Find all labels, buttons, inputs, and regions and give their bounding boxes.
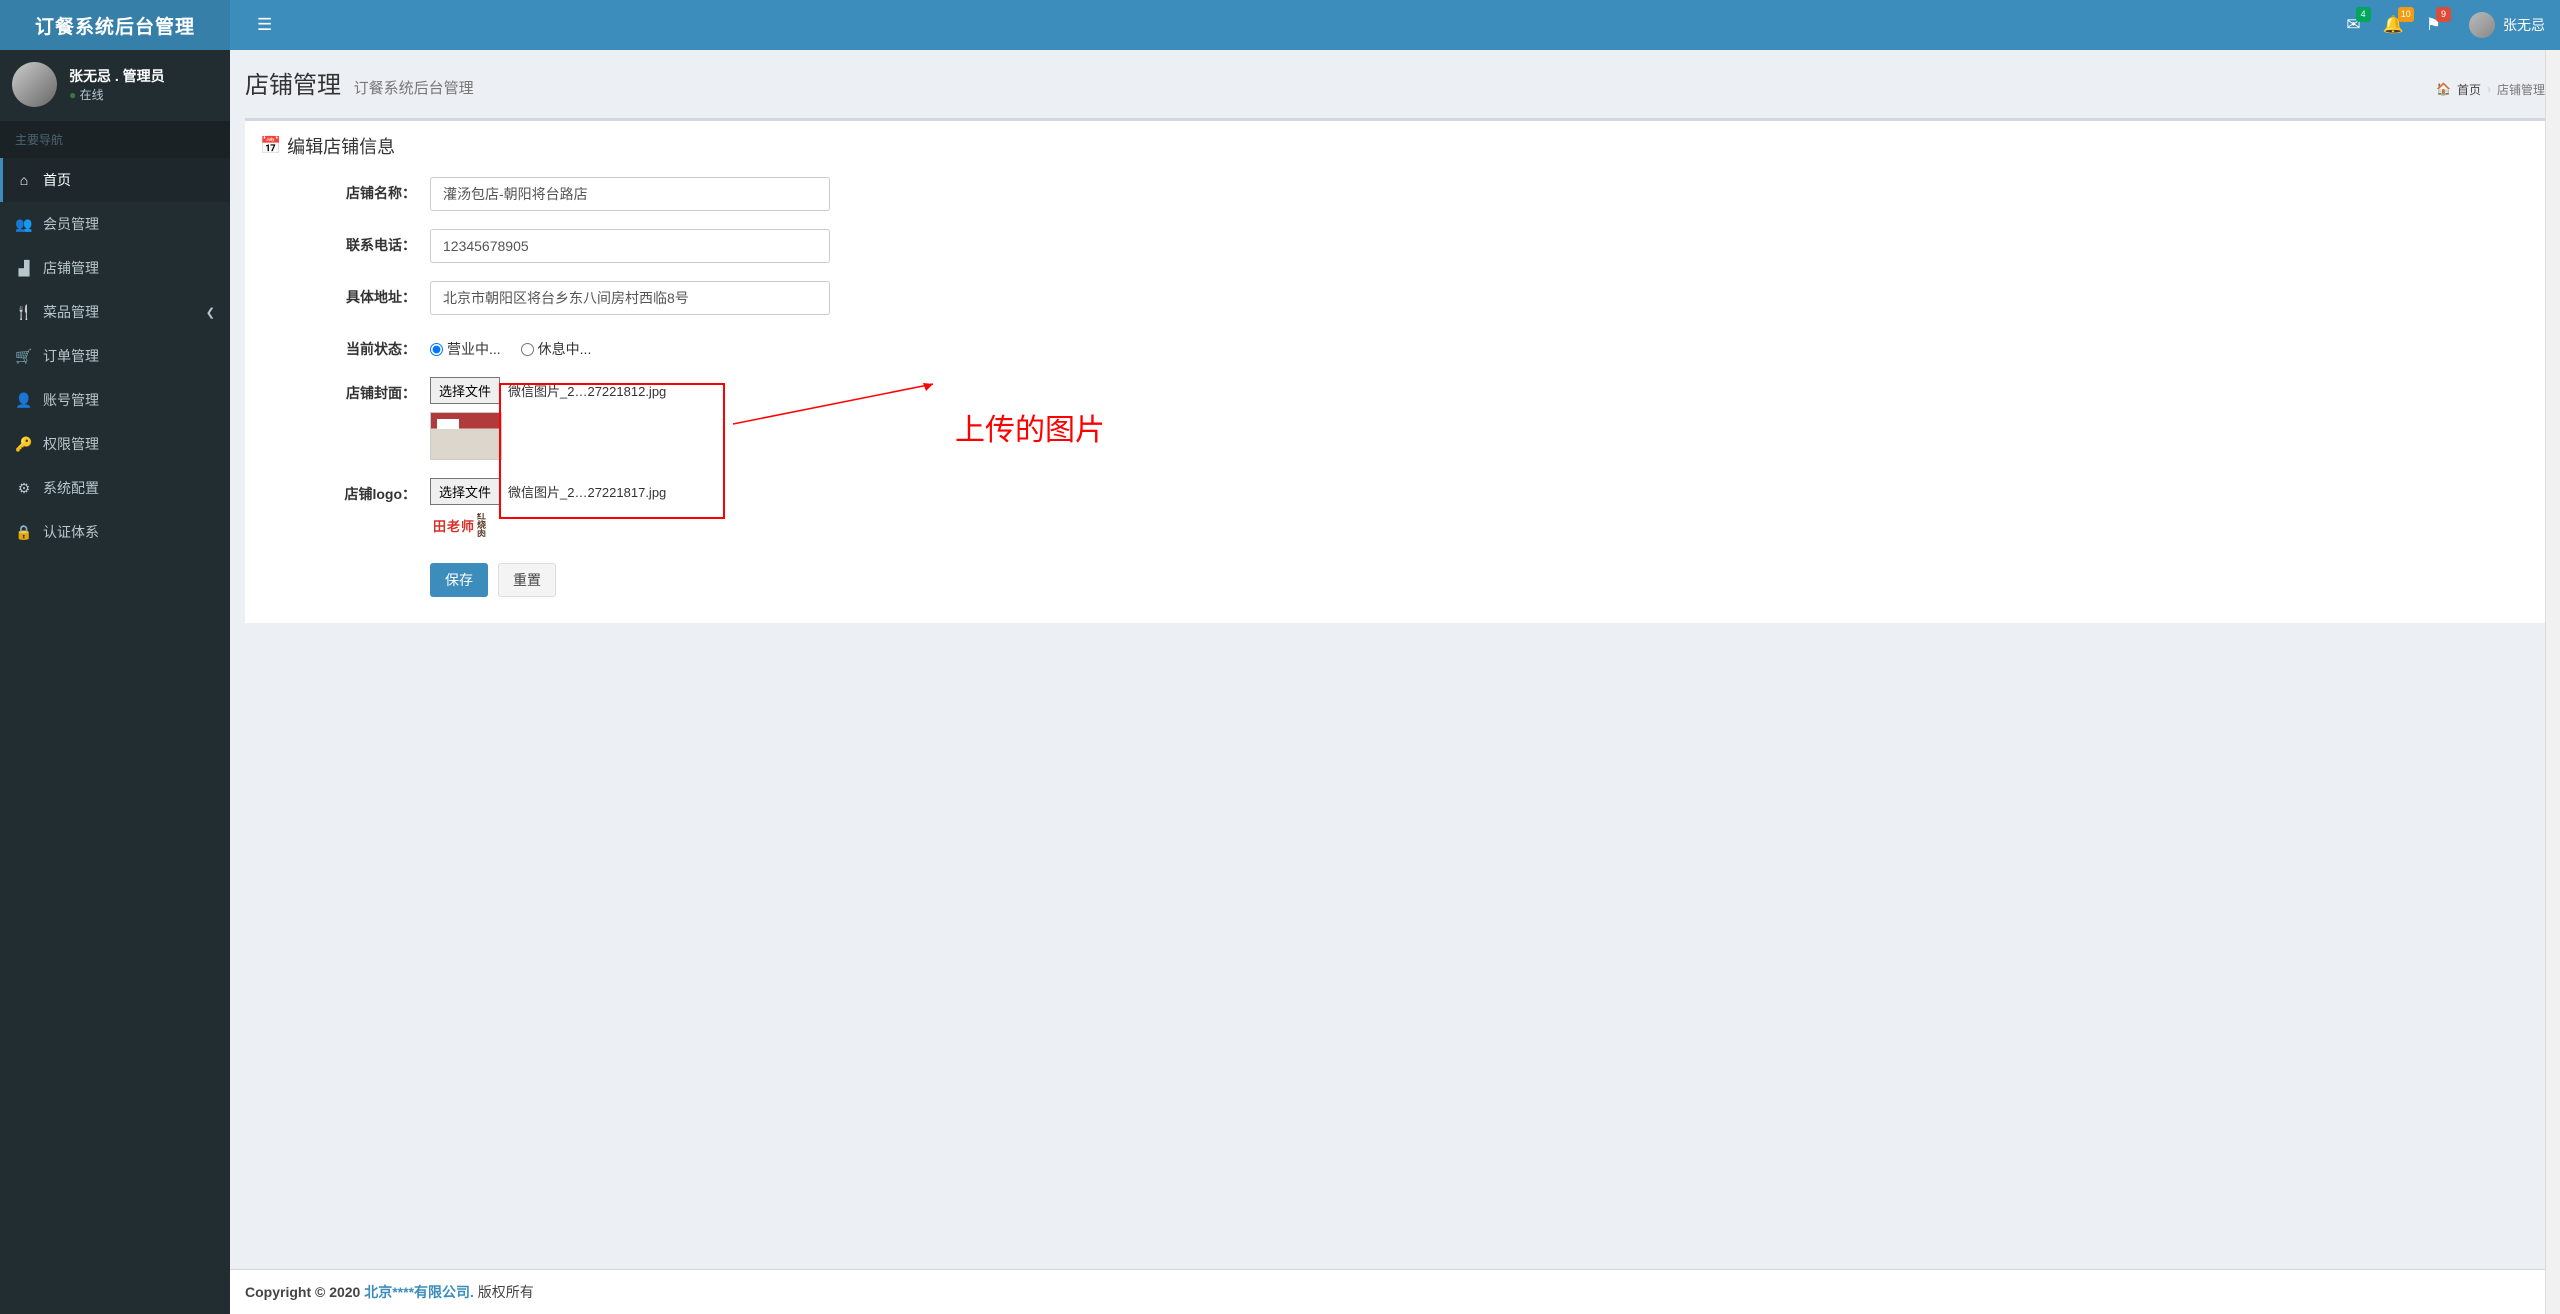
radio-rest-input[interactable] <box>521 343 534 356</box>
shop-name-input[interactable] <box>430 177 830 211</box>
gear-icon: ⚙ <box>15 480 33 497</box>
top-navbar: ☰ ✉ 4 🔔 10 ⚑ 9 张无忌 <box>230 0 2560 50</box>
logo-thumbnail: 田老师红烧肉 <box>430 513 490 537</box>
radio-open[interactable]: 营业中... <box>430 339 501 359</box>
phone-input[interactable] <box>430 229 830 263</box>
footer-company-link[interactable]: 北京****有限公司. <box>364 1284 474 1300</box>
sidebar-item-shops[interactable]: ▟ 店铺管理 <box>0 246 230 290</box>
sidebar-item-label: 认证体系 <box>43 522 99 542</box>
user-menu[interactable]: 张无忌 <box>2469 12 2545 38</box>
sidebar-item-label: 账号管理 <box>43 390 99 410</box>
calendar-icon: 📅 <box>260 136 281 156</box>
flags-badge: 9 <box>2436 7 2451 22</box>
cover-thumbnail <box>430 412 502 460</box>
breadcrumb: 🏠 首页 › 店铺管理 <box>2436 81 2545 98</box>
logo-file-name: 微信图片_2…27221817.jpg <box>500 482 666 501</box>
sidebar: 张无忌 . 管理员 ● 在线 主要导航 ⌂ 首页 👥 会员管理 ▟ 店铺管理 🍴 菜品管… <box>0 0 230 1314</box>
sidebar-item-auth[interactable]: 🔒 认证体系 <box>0 510 230 554</box>
sidebar-item-dishes[interactable]: 🍴 菜品管理 ❮ <box>0 290 230 334</box>
sidebar-item-settings[interactable]: ⚙ 系统配置 <box>0 466 230 510</box>
footer: Copyright © 2020 北京****有限公司. 版权所有 <box>230 1269 2560 1314</box>
user-icon: 👤 <box>15 392 33 409</box>
user-name-label: 张无忌 <box>2503 15 2545 35</box>
sidebar-section-header: 主要导航 <box>0 121 230 158</box>
reset-button[interactable]: 重置 <box>498 563 556 597</box>
sitemap-icon: ▟ <box>15 260 33 277</box>
sidebar-item-members[interactable]: 👥 会员管理 <box>0 202 230 246</box>
sidebar-item-label: 首页 <box>43 170 71 190</box>
home-icon: ⌂ <box>15 172 33 188</box>
radio-open-input[interactable] <box>430 343 443 356</box>
content-header: 店铺管理 订餐系统后台管理 🏠 首页 › 店铺管理 <box>230 50 2560 108</box>
users-icon: 👥 <box>15 216 33 233</box>
notifications-icon[interactable]: 🔔 10 <box>2383 15 2404 35</box>
breadcrumb-home-link[interactable]: 首页 <box>2457 81 2481 98</box>
sidebar-toggle-button[interactable]: ☰ <box>245 9 284 41</box>
sidebar-item-accounts[interactable]: 👤 账号管理 <box>0 378 230 422</box>
label-address: 具体地址： <box>260 281 430 307</box>
sidebar-item-orders[interactable]: 🛒 订单管理 <box>0 334 230 378</box>
cart-icon: 🛒 <box>15 348 33 365</box>
form-box: 📅 编辑店铺信息 店铺名称： 联系电话： 具体地址： 当前状态： <box>245 118 2545 623</box>
app-logo[interactable]: 订餐系统后台管理 <box>0 0 230 50</box>
page-scrollbar[interactable] <box>2545 0 2560 1314</box>
dashboard-icon: 🏠 <box>2436 82 2451 96</box>
sidebar-user-name: 张无忌 <box>69 68 111 84</box>
breadcrumb-current: 店铺管理 <box>2497 81 2545 98</box>
online-dot-icon: ● <box>69 88 76 102</box>
page-subtitle: 订餐系统后台管理 <box>354 80 474 97</box>
lock-icon: 🔒 <box>15 524 33 541</box>
key-icon: 🔑 <box>15 436 33 453</box>
cover-file-name: 微信图片_2…27221812.jpg <box>500 381 666 400</box>
save-button[interactable]: 保存 <box>430 563 488 597</box>
annotation-text: 上传的图片 <box>955 405 1105 449</box>
avatar-icon <box>2469 12 2495 38</box>
sidebar-item-label: 权限管理 <box>43 434 99 454</box>
chevron-left-icon: ❮ <box>206 306 215 319</box>
box-title: 编辑店铺信息 <box>287 133 395 159</box>
label-shop-name: 店铺名称： <box>260 177 430 203</box>
sidebar-item-label: 店铺管理 <box>43 258 99 278</box>
user-panel: 张无忌 . 管理员 ● 在线 <box>0 50 230 121</box>
notifications-badge: 10 <box>2398 7 2414 22</box>
sidebar-item-permissions[interactable]: 🔑 权限管理 <box>0 422 230 466</box>
sidebar-item-label: 系统配置 <box>43 478 99 498</box>
sidebar-item-label: 订单管理 <box>43 346 99 366</box>
hamburger-icon: ☰ <box>257 15 272 34</box>
logo-choose-file-button[interactable]: 选择文件 <box>430 478 500 505</box>
cutlery-icon: 🍴 <box>15 304 33 321</box>
cover-choose-file-button[interactable]: 选择文件 <box>430 377 500 404</box>
flags-icon[interactable]: ⚑ 9 <box>2426 15 2441 35</box>
address-input[interactable] <box>430 281 830 315</box>
sidebar-item-label: 菜品管理 <box>43 302 99 322</box>
radio-rest[interactable]: 休息中... <box>521 339 592 359</box>
label-phone: 联系电话： <box>260 229 430 255</box>
sidebar-item-home[interactable]: ⌂ 首页 <box>0 158 230 202</box>
sidebar-status-text: 在线 <box>80 88 104 102</box>
messages-badge: 4 <box>2356 7 2371 22</box>
avatar-icon <box>12 62 57 107</box>
label-cover: 店铺封面： <box>260 377 430 403</box>
sidebar-user-role: 管理员 <box>123 68 165 84</box>
sidebar-item-label: 会员管理 <box>43 214 99 234</box>
page-title: 店铺管理 订餐系统后台管理 <box>245 65 474 100</box>
label-status: 当前状态： <box>260 333 430 359</box>
annotation-arrow-icon <box>733 379 943 429</box>
messages-icon[interactable]: ✉ 4 <box>2346 15 2360 35</box>
label-logo: 店铺logo： <box>260 478 430 504</box>
